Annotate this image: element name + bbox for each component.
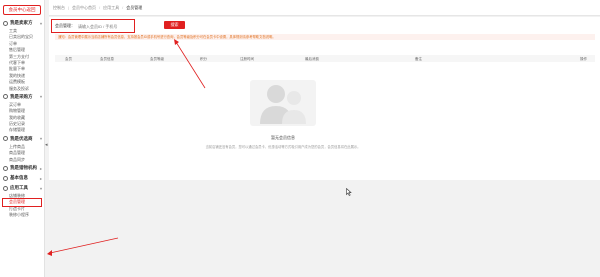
chevron-down-icon: ▾ bbox=[39, 185, 42, 191]
sidebar-group-supplier[interactable]: 我是优选商 ▾ bbox=[0, 134, 44, 144]
sidebar-group-label: 我是猎物机构 bbox=[10, 165, 37, 171]
search-label: 会员管理： bbox=[55, 23, 75, 28]
sidebar-group-label: 我是优选商 bbox=[10, 135, 33, 141]
sidebar-group-buyer[interactable]: 我是采购方 ▾ bbox=[0, 92, 44, 102]
notice-banner: 通知：会员管理中展示当前店铺所有会员信息，支持按会员ID或手机号进行查询，会员等… bbox=[55, 34, 595, 40]
sidebar-group-label: 应用工具 bbox=[10, 185, 28, 191]
mouse-cursor-icon bbox=[346, 188, 352, 196]
breadcrumb-separator: / bbox=[122, 5, 124, 10]
column-header: 操作 bbox=[580, 56, 587, 61]
chevron-down-icon: ▾ bbox=[39, 20, 42, 26]
sidebar: 会员中心返回 我是卖家方 ▾ 工卖 已卖出的宝贝 订单 售后管理 第三方支付 代客… bbox=[0, 0, 45, 277]
main-panel: 会员管理： 搜索 通知：会员管理中展示当前店铺所有会员信息，支持按会员ID或手机… bbox=[49, 17, 600, 180]
sidebar-group-tools[interactable]: 应用工具 ▾ bbox=[0, 183, 44, 193]
breadcrumb-item[interactable]: 应用工具 bbox=[103, 5, 119, 11]
empty-state-title: 暂无会员信息 bbox=[271, 135, 295, 140]
sidebar-item[interactable]: 装修小程序 bbox=[0, 212, 44, 218]
column-header: 会员信息 bbox=[100, 56, 114, 61]
breadcrumb-item[interactable]: 会员中心首页 bbox=[72, 5, 96, 11]
search-input[interactable] bbox=[78, 23, 134, 29]
column-header: 会员 bbox=[65, 56, 72, 61]
sidebar-group-label: 基本信息 bbox=[10, 175, 28, 181]
sidebar-group-basic-info[interactable]: 基本信息 ▸ bbox=[0, 173, 44, 183]
chevron-right-icon: ▸ bbox=[39, 165, 42, 171]
seller-icon bbox=[3, 20, 8, 26]
column-header: 最后消费 bbox=[305, 56, 319, 61]
chevron-right-icon: ▸ bbox=[39, 175, 42, 181]
empty-users-icon bbox=[250, 80, 316, 126]
sidebar-group-label: 我是采购方 bbox=[10, 93, 33, 99]
breadcrumb-separator: / bbox=[99, 5, 101, 10]
breadcrumb-separator: | bbox=[68, 5, 70, 10]
breadcrumb-item[interactable]: 控制台 bbox=[53, 5, 65, 11]
breadcrumb-current: 会员管理 bbox=[126, 4, 143, 10]
column-header: 积分 bbox=[200, 56, 207, 61]
empty-state-description: 当前店铺还没有会员，您可以通过会员卡、优惠活动等方式吸引用户成为您的会员，会员信… bbox=[205, 145, 361, 149]
table-header: 会员 会员信息 会员等级 积分 注册时间 最后消费 备注 操作 bbox=[55, 55, 595, 62]
agency-icon bbox=[3, 165, 8, 171]
sidebar-group-label: 我是卖家方 bbox=[10, 20, 33, 25]
tools-icon bbox=[3, 185, 8, 191]
chevron-down-icon: ▾ bbox=[39, 94, 42, 100]
search-box: 会员管理： bbox=[51, 19, 135, 33]
column-header: 注册时间 bbox=[240, 56, 254, 61]
column-header: 备注 bbox=[415, 56, 422, 61]
search-button[interactable]: 搜索 bbox=[164, 21, 185, 29]
buyer-icon bbox=[3, 94, 8, 100]
chevron-down-icon: ▾ bbox=[39, 136, 42, 142]
member-center-button[interactable]: 会员中心返回 bbox=[3, 5, 41, 15]
sidebar-group-seller[interactable]: 我是卖家方 ▾ bbox=[0, 18, 44, 28]
breadcrumb: 控制台 | 会员中心首页 / 应用工具 / 会员管理 bbox=[49, 0, 600, 16]
supplier-icon bbox=[3, 136, 8, 142]
column-header: 会员等级 bbox=[150, 56, 164, 61]
sidebar-group-agency[interactable]: 我是猎物机构 ▸ bbox=[0, 163, 44, 173]
info-icon bbox=[3, 175, 8, 181]
